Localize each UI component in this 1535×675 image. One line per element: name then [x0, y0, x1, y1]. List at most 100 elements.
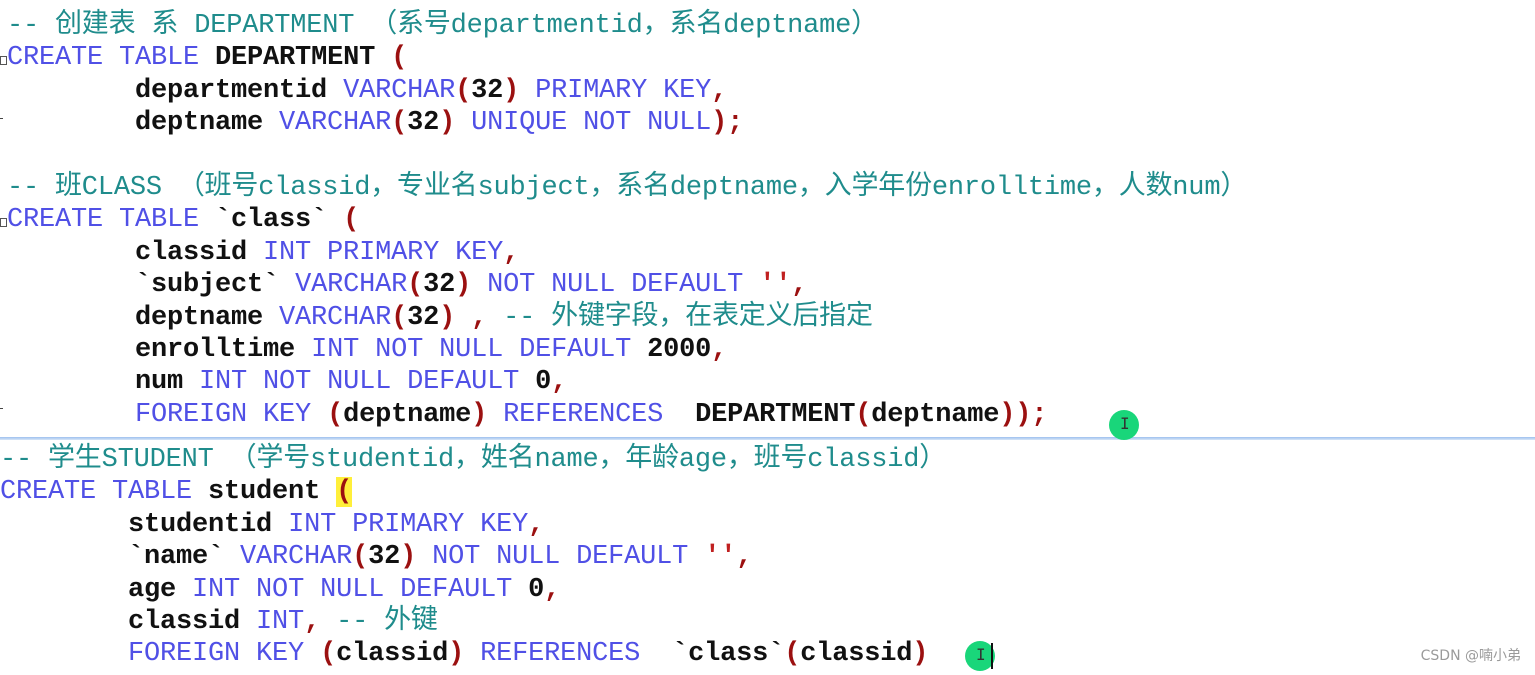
sql-keyword: CREATE TABLE: [0, 477, 209, 508]
sql-string: '': [704, 542, 737, 573]
sql-identifier: deptname: [7, 108, 280, 139]
sql-keyword: NOT NULL DEFAULT: [416, 542, 705, 573]
code-line[interactable]: CREATE TABLE DEPARTMENT (: [0, 42, 1535, 74]
sql-identifier: classid: [800, 639, 913, 670]
code-line[interactable]: CREATE TABLE student (: [0, 476, 1535, 508]
code-line[interactable]: enrolltime INT NOT NULL DEFAULT 2000,: [0, 334, 1535, 366]
sql-punctuation: ): [439, 108, 456, 139]
sql-punctuation: (: [391, 43, 408, 74]
sql-keyword: UNIQUE NOT NULL: [455, 108, 712, 139]
sql-punctuation: );: [711, 108, 744, 139]
sql-identifier: classid: [7, 237, 264, 268]
fold-toggle-icon[interactable]: [0, 218, 7, 227]
code-line[interactable]: -- 创建表 系 DEPARTMENT （系号departmentid，系名de…: [0, 10, 1535, 42]
sql-identifier: DEPARTMENT: [695, 399, 856, 430]
sql-comment: -- 外键字段，在表定义后指定: [503, 302, 873, 333]
sql-punctuation: ,: [455, 302, 504, 333]
sql-keyword: REFERENCES: [464, 639, 673, 670]
sql-punctuation: ,: [304, 606, 337, 637]
sql-keyword: VARCHAR: [240, 542, 353, 573]
sql-identifier: enrolltime: [7, 334, 312, 365]
editor-pane-top[interactable]: -- 创建表 系 DEPARTMENT （系号departmentid，系名de…: [0, 10, 1535, 431]
code-line[interactable]: -- 学生STUDENT （学号studentid，姓名name，年龄age，班…: [0, 444, 1535, 476]
sql-number: 0: [528, 574, 545, 605]
sql-number: 32: [471, 75, 504, 106]
sql-keyword: VARCHAR: [279, 108, 392, 139]
fold-end-icon: [0, 118, 3, 119]
sql-punctuation: ,: [551, 367, 568, 398]
sql-comment: -- 外键: [336, 606, 438, 637]
split-divider[interactable]: [0, 437, 1535, 440]
sql-keyword: VARCHAR: [343, 75, 456, 106]
code-line[interactable]: num INT NOT NULL DEFAULT 0,: [0, 366, 1535, 398]
code-line[interactable]: deptname VARCHAR(32) UNIQUE NOT NULL);: [0, 107, 1535, 139]
sql-comment: -- 创建表 系 DEPARTMENT （系号departmentid，系名de…: [7, 11, 878, 41]
sql-comment: -- 班CLASS （班号classid，专业名subject，系名deptna…: [7, 172, 1248, 203]
code-line[interactable]: `subject` VARCHAR(32) NOT NULL DEFAULT '…: [0, 269, 1535, 301]
sql-punctuation: ,: [711, 75, 728, 106]
sql-number: 2000: [647, 334, 712, 365]
sql-punctuation: ,: [528, 509, 545, 540]
code-line[interactable]: [0, 140, 1535, 172]
sql-identifier: deptname: [871, 399, 1000, 430]
sql-comment: -- 学生STUDENT （学号studentid，姓名name，年龄age，班…: [0, 445, 947, 475]
sql-punctuation: (: [391, 108, 408, 139]
watermark: CSDN @喃小弟: [1420, 648, 1521, 664]
sql-keyword: INT NOT NULL DEFAULT: [199, 367, 536, 398]
sql-keyword: FOREIGN KEY: [0, 639, 321, 670]
code-line[interactable]: deptname VARCHAR(32) , -- 外键字段，在表定义后指定: [0, 302, 1535, 334]
editor-pane-bottom[interactable]: -- 学生STUDENT （学号studentid，姓名name，年龄age，班…: [0, 444, 1535, 671]
code-line[interactable]: age INT NOT NULL DEFAULT 0,: [0, 574, 1535, 606]
sql-keyword: INT PRIMARY KEY: [288, 509, 529, 540]
sql-punctuation: ));: [999, 399, 1048, 430]
code-line[interactable]: departmentid VARCHAR(32) PRIMARY KEY,: [0, 75, 1535, 107]
sql-identifier: deptname: [343, 399, 472, 430]
text-caret: [991, 643, 993, 669]
code-line[interactable]: CREATE TABLE `class` (: [0, 204, 1535, 236]
sql-punctuation: (: [343, 205, 360, 236]
sql-string: '': [759, 270, 792, 301]
sql-punctuation: ): [503, 75, 520, 106]
sql-keyword: FOREIGN KEY: [7, 399, 328, 430]
sql-number: 32: [368, 542, 401, 573]
sql-keyword: INT NOT NULL DEFAULT: [311, 334, 648, 365]
code-line[interactable]: FOREIGN KEY (classid) REFERENCES `class`…: [0, 638, 1535, 670]
sql-identifier: `name`: [0, 542, 241, 573]
sql-punctuation: ): [400, 542, 417, 573]
sql-keyword: REFERENCES: [487, 399, 696, 430]
sql-punctuation: (: [327, 399, 344, 430]
sql-punctuation: ): [439, 302, 456, 333]
sql-punctuation: (: [336, 477, 353, 508]
sql-identifier: departmentid: [7, 75, 344, 106]
sql-editor[interactable]: -- 创建表 系 DEPARTMENT （系号departmentid，系名de…: [0, 0, 1535, 675]
sql-keyword: INT PRIMARY KEY: [263, 237, 504, 268]
sql-punctuation: ,: [791, 270, 808, 301]
code-line[interactable]: `name` VARCHAR(32) NOT NULL DEFAULT '',: [0, 541, 1535, 573]
ibeam-cursor-icon: I: [976, 645, 986, 664]
sql-punctuation: (: [855, 399, 872, 430]
sql-number: 32: [423, 270, 456, 301]
sql-identifier: age: [0, 574, 193, 605]
sql-punctuation: (: [391, 302, 408, 333]
fold-end-icon: [0, 408, 3, 409]
sql-keyword: CREATE TABLE: [7, 43, 216, 74]
code-line[interactable]: FOREIGN KEY (deptname) REFERENCES DEPART…: [0, 399, 1535, 431]
sql-number: 0: [535, 367, 552, 398]
code-line[interactable]: -- 班CLASS （班号classid，专业名subject，系名deptna…: [0, 172, 1535, 204]
sql-keyword: VARCHAR: [295, 270, 408, 301]
sql-punctuation: (: [320, 639, 337, 670]
sql-punctuation: ): [448, 639, 465, 670]
sql-identifier: classid: [0, 606, 257, 637]
code-line[interactable]: studentid INT PRIMARY KEY,: [0, 509, 1535, 541]
fold-toggle-icon[interactable]: [0, 56, 7, 65]
code-line[interactable]: classid INT, -- 外键: [0, 606, 1535, 638]
sql-identifier: studentid: [0, 509, 289, 540]
sql-identifier: deptname: [7, 302, 280, 333]
sql-punctuation: ,: [711, 334, 728, 365]
code-line[interactable]: classid INT PRIMARY KEY,: [0, 237, 1535, 269]
sql-punctuation: (: [407, 270, 424, 301]
sql-keyword: INT NOT NULL DEFAULT: [192, 574, 529, 605]
sql-keyword: VARCHAR: [279, 302, 392, 333]
sql-identifier: classid: [336, 639, 449, 670]
ibeam-cursor-icon: I: [1120, 414, 1130, 433]
